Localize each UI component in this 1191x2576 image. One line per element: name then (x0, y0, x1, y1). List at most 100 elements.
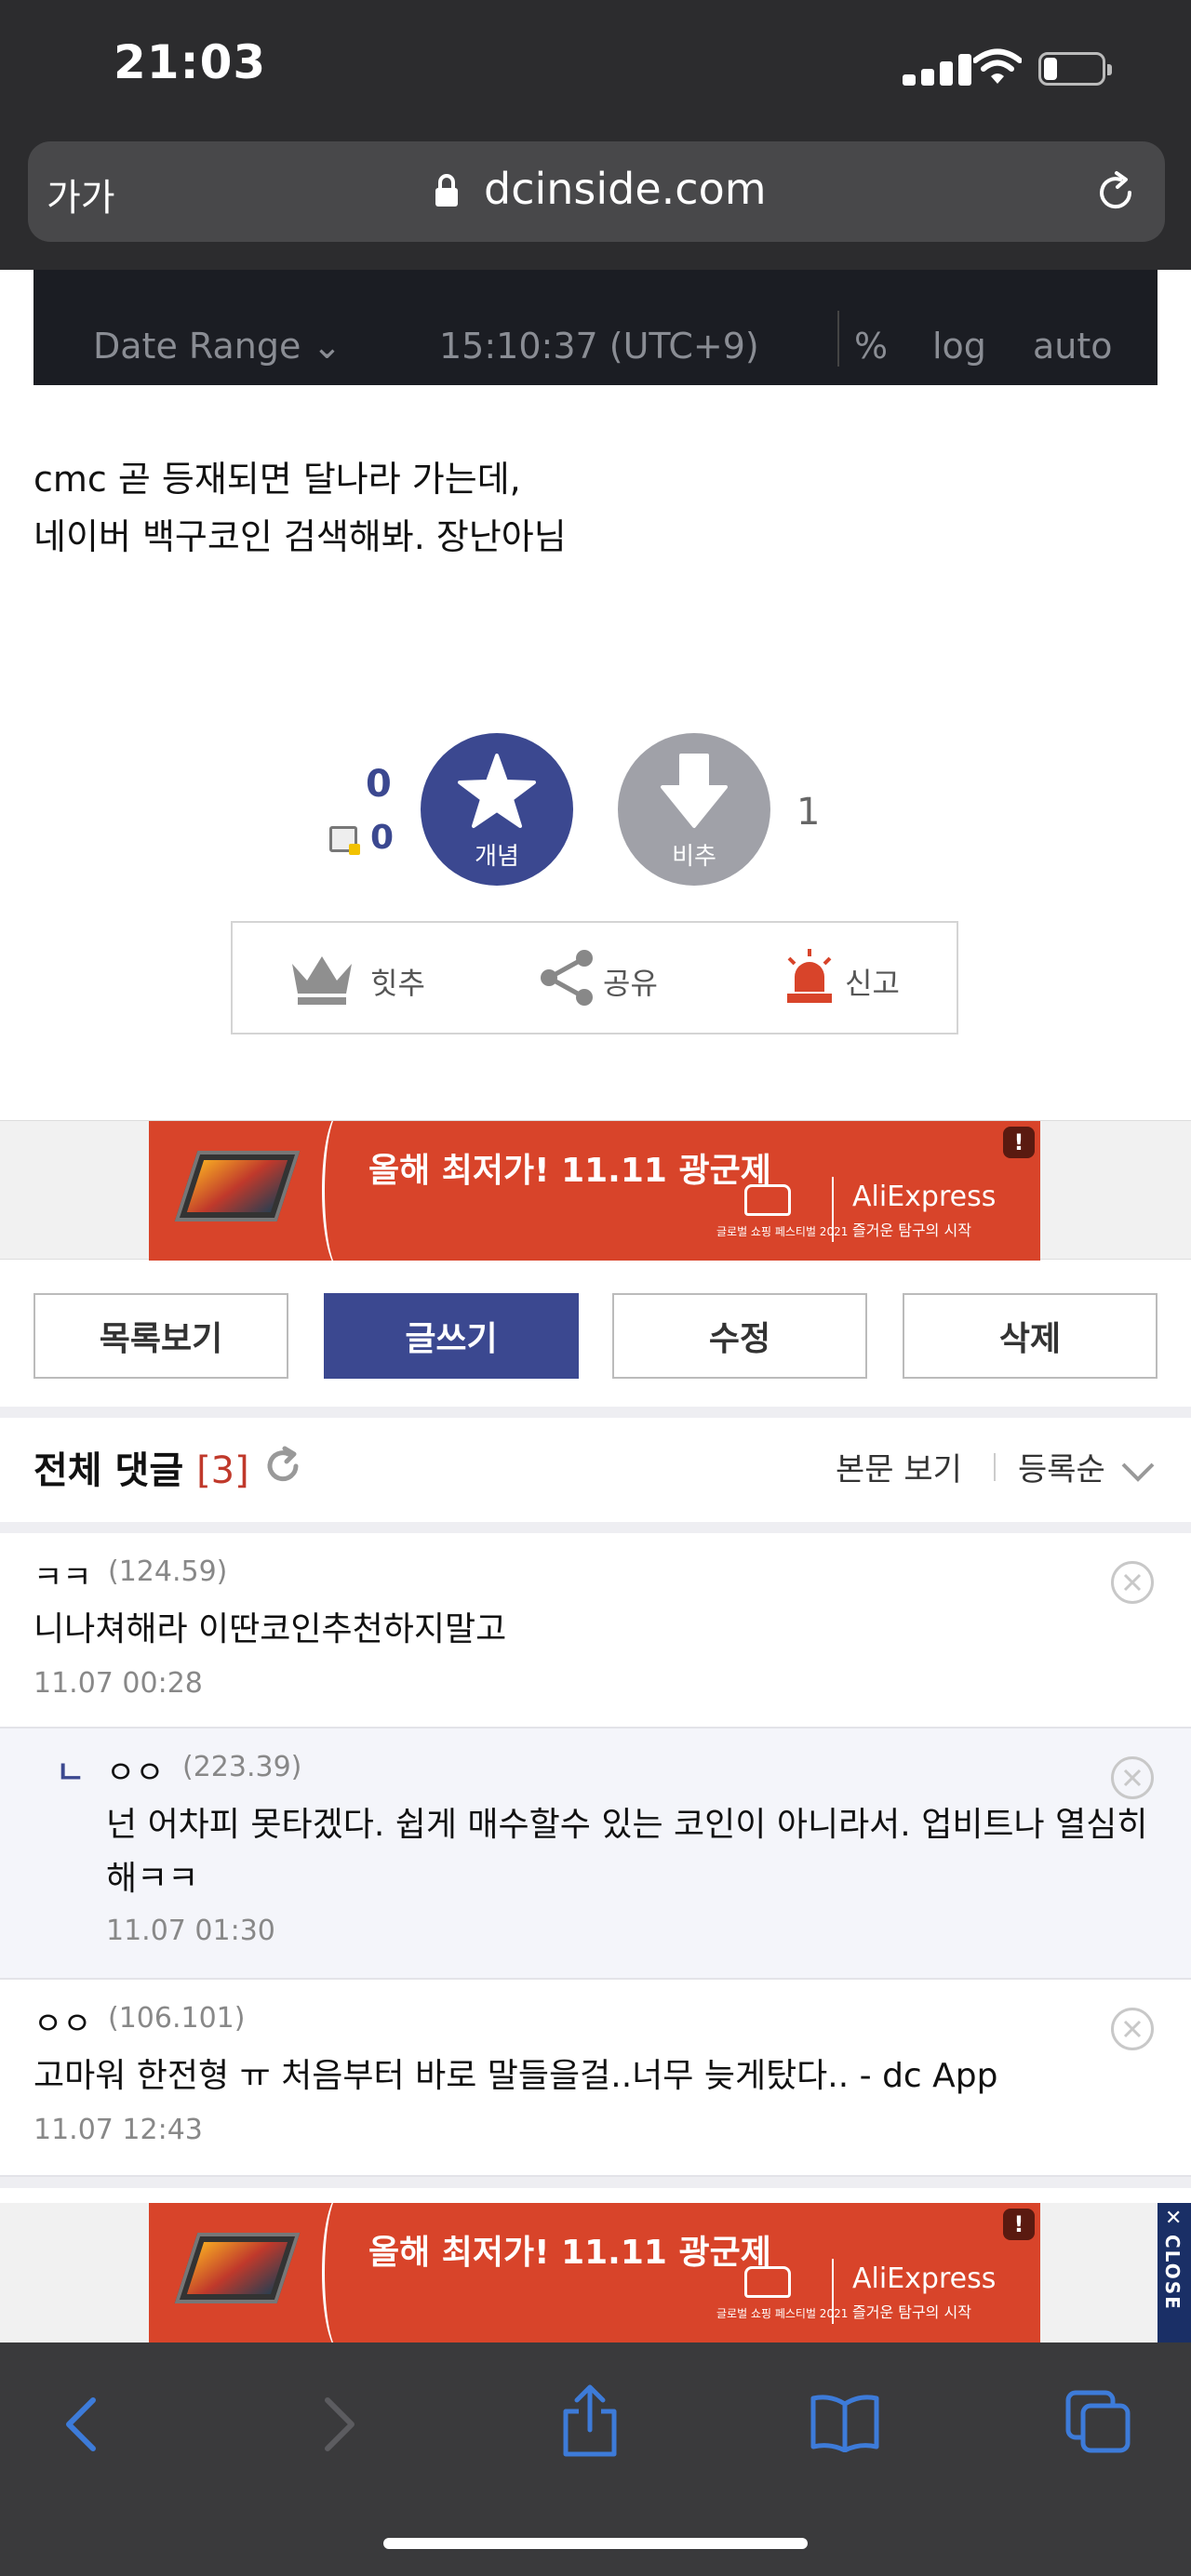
post-actions-box: 힛추 공유 신고 (231, 921, 958, 1034)
write-button[interactable]: 글쓰기 (324, 1293, 579, 1379)
signal-icon (903, 54, 977, 86)
ad-divider-curve (322, 2203, 359, 2342)
ad-info-badge[interactable]: ! (1003, 1127, 1035, 1158)
comment-ip: (124.59) (108, 1555, 228, 1588)
section-divider (0, 2177, 1191, 2188)
comment-item: ㅋㅋ (124.59) 니나쳐해라 이딴코인추천하지말고 11.07 00:28 (0, 1533, 1191, 1728)
recommend-button[interactable]: 개념 (421, 733, 573, 886)
fixed-recommend-count: 0 (370, 819, 395, 857)
ad-info-badge[interactable]: ! (1003, 2209, 1035, 2240)
crown-icon (292, 956, 352, 1005)
ad-tagline: 즐거운 탐구의 시작 (852, 1221, 971, 1239)
ad-slot: 올해 최저가! 11.11 광군제 글로벌 쇼핑 페스티벌 2021 AliEx… (0, 2203, 1191, 2342)
refresh-icon[interactable] (262, 1446, 303, 1487)
comment-item: ㅇㅇ (106.101) 고마워 한전형 ㅠ 처음부터 바로 말들을걸..너무 … (0, 1980, 1191, 2177)
tabs-icon[interactable] (1064, 2389, 1131, 2454)
report-button[interactable]: 신고 (782, 923, 930, 1033)
ad-headline: 올해 최저가! 11.11 광군제 (368, 2234, 771, 2272)
ad-slot: 올해 최저가! 11.11 광군제 글로벌 쇼핑 페스티벌 2021 AliEx… (0, 1120, 1191, 1261)
divider (837, 311, 839, 367)
reply-mark-icon: ㄴ (56, 1755, 86, 1792)
auto-toggle[interactable]: auto (1033, 326, 1113, 367)
divider (832, 2259, 834, 2324)
comments-title: 전체 댓글 [3] (33, 1440, 249, 1494)
share-label: 공유 (603, 966, 658, 1001)
back-icon[interactable] (60, 2395, 100, 2454)
url-text: dcinside.com (484, 164, 767, 214)
close-icon: ✕ (1165, 2207, 1183, 2230)
downvote-button[interactable]: 비추 (618, 733, 770, 886)
star-icon (458, 754, 536, 828)
home-indicator (383, 2538, 808, 2549)
downvote-label: 비추 (672, 843, 716, 871)
ad-tagline: 즐거운 탐구의 시작 (852, 2303, 971, 2321)
ad-brand: AliExpress (852, 1181, 997, 1213)
comment-text: 니나쳐해라 이딴코인추천하지말고 (33, 1610, 507, 1648)
edit-button[interactable]: 수정 (612, 1293, 867, 1379)
share-icon[interactable] (560, 2383, 620, 2458)
browser-top-bar: 21:03 가가 dcinside.com (0, 0, 1191, 270)
section-divider (0, 1522, 1191, 1533)
comment-text: 고마워 한전형 ㅠ 처음부터 바로 말들을걸..너무 늦게탔다.. - dc A… (33, 2057, 998, 2095)
comment-date: 11.07 00:28 (33, 1667, 203, 1700)
post-line: 네이버 백구코인 검색해봐. 장난아님 (33, 516, 567, 557)
delete-comment-icon[interactable] (1111, 2008, 1154, 2050)
sort-dropdown[interactable]: 등록순 (1018, 1444, 1157, 1489)
view-body-link[interactable]: 본문 보기 (836, 1444, 962, 1489)
recommend-count: 0 (366, 763, 392, 806)
downvote-count: 1 (796, 791, 821, 834)
log-toggle[interactable]: log (932, 326, 986, 367)
section-divider (0, 1407, 1191, 1418)
comment-text-line: 넌 어차피 못타겠다. 쉽게 매수할수 있는 코인이 아니라서. 업비트나 열심… (106, 1806, 1148, 1844)
cat-logo-icon (744, 2266, 791, 2298)
bookmarks-icon[interactable] (810, 2393, 880, 2452)
lock-icon (435, 174, 458, 207)
chart-timestamp: 15:10:37 (UTC+9) (439, 326, 759, 367)
comment-nickname[interactable]: ㅋㅋ (33, 1552, 92, 1597)
delete-comment-icon[interactable] (1111, 1561, 1154, 1604)
status-time: 21:03 (114, 35, 267, 89)
wifi-icon (973, 48, 1022, 84)
ad-headline: 올해 최저가! 11.11 광군제 (368, 1152, 771, 1190)
comment-date: 11.07 12:43 (33, 2114, 203, 2146)
delete-button[interactable]: 삭제 (903, 1293, 1158, 1379)
report-label: 신고 (845, 966, 900, 1001)
share-button[interactable]: 공유 (540, 923, 689, 1033)
post-line: cmc 곧 등재되면 달나라 가는데, (33, 459, 521, 500)
date-range-dropdown[interactable]: Date Range ⌄ (93, 326, 341, 367)
close-label: CLOSE (1161, 2235, 1184, 2311)
battery-icon (1038, 52, 1112, 86)
ad-close-tab[interactable]: ✕ CLOSE (1158, 2203, 1191, 2342)
delete-comment-icon[interactable] (1111, 1756, 1154, 1799)
comment-ip: (223.39) (182, 1751, 302, 1783)
comment-ip: (106.101) (108, 2002, 246, 2035)
fixed-recommend-icon (329, 826, 360, 855)
hit-label: 힛추 (370, 966, 425, 1001)
list-button[interactable]: 목록보기 (33, 1293, 288, 1379)
text-size-button[interactable]: 가가 (47, 167, 115, 221)
divider (832, 1177, 834, 1242)
tablet-image (174, 1151, 301, 1221)
comment-nickname[interactable]: ㅇㅇ (33, 1998, 92, 2044)
share-icon (541, 950, 593, 1006)
forward-icon[interactable] (320, 2395, 361, 2454)
hit-recommend-button[interactable]: 힛추 (288, 923, 456, 1033)
tablet-image (174, 2233, 301, 2303)
comment-text-line: 해ㅋㅋ (106, 1860, 199, 1898)
chevron-down-icon (1121, 1462, 1155, 1482)
reload-icon[interactable] (1092, 169, 1139, 216)
ad-festival-text: 글로벌 쇼핑 페스티벌 2021 (716, 2307, 849, 2320)
comments-title-text: 전체 댓글 (33, 1449, 184, 1492)
ad-banner[interactable]: 올해 최저가! 11.11 광군제 글로벌 쇼핑 페스티벌 2021 AliEx… (149, 2203, 1040, 2342)
chevron-down-icon: ⌄ (312, 326, 342, 367)
ad-banner[interactable]: 올해 최저가! 11.11 광군제 글로벌 쇼핑 페스티벌 2021 AliEx… (149, 1121, 1040, 1261)
embedded-chart-footer: Date Range ⌄ 15:10:37 (UTC+9) % log auto (33, 270, 1158, 385)
comment-nickname[interactable]: ㅇㅇ (106, 1747, 165, 1793)
ad-festival-text: 글로벌 쇼핑 페스티벌 2021 (716, 1225, 849, 1238)
address-bar[interactable]: 가가 dcinside.com (28, 141, 1165, 242)
arrow-down-icon (661, 754, 728, 828)
post-body: cmc 곧 등재되면 달나라 가는데, 네이버 백구코인 검색해봐. 장난아님 (33, 450, 567, 566)
comment-date: 11.07 01:30 (106, 1915, 275, 1947)
percent-toggle[interactable]: % (854, 326, 888, 367)
recommend-label: 개념 (475, 843, 519, 871)
